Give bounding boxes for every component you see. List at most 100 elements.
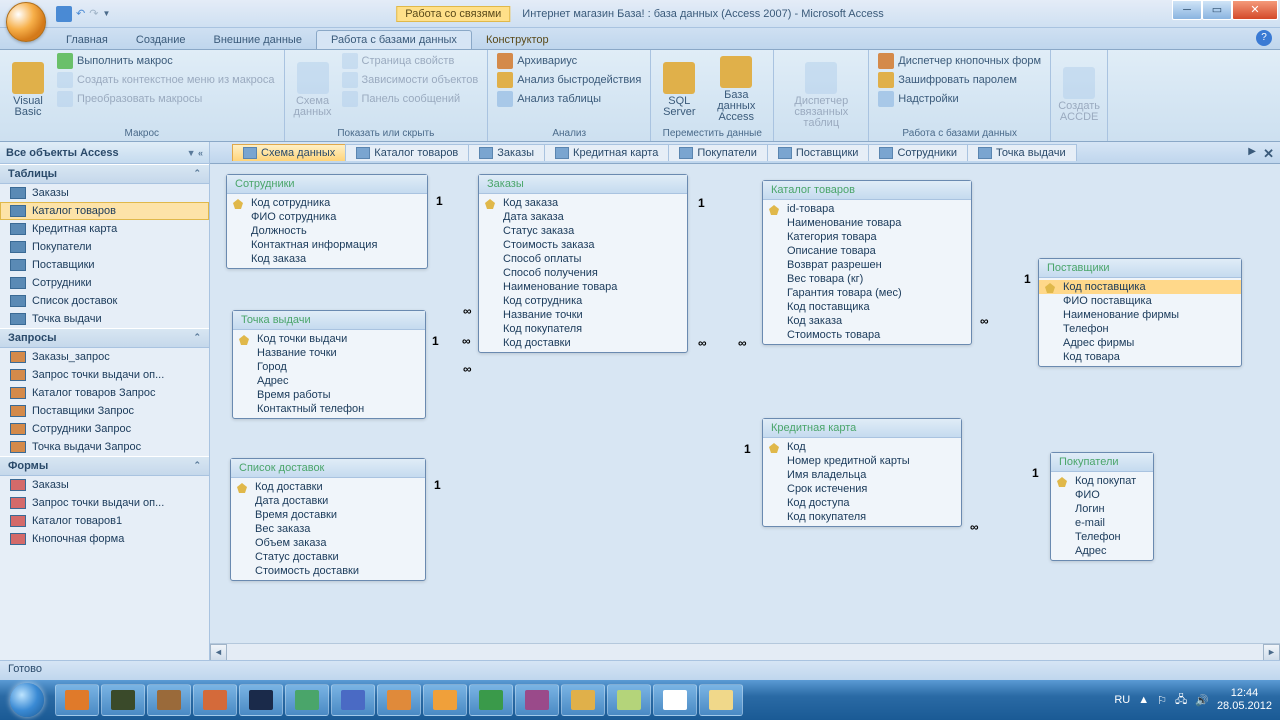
nav-item[interactable]: Запрос точки выдачи оп...: [0, 494, 209, 512]
task-icon[interactable]: [331, 684, 375, 716]
pk-field[interactable]: Код заказа: [479, 196, 687, 210]
field[interactable]: Код поставщика: [763, 300, 971, 314]
document-tab[interactable]: Схема данных: [232, 144, 346, 161]
task-icon[interactable]: [469, 684, 513, 716]
nav-item[interactable]: Покупатели: [0, 238, 209, 256]
tray-icon[interactable]: 🖧: [1175, 691, 1187, 710]
nav-item[interactable]: Сотрудники Запрос: [0, 420, 209, 438]
field[interactable]: Название точки: [233, 346, 425, 360]
minimize-button[interactable]: ─: [1172, 0, 1202, 20]
document-tab[interactable]: Заказы: [468, 144, 545, 161]
nav-item[interactable]: Заказы: [0, 476, 209, 494]
maximize-button[interactable]: ▭: [1202, 0, 1232, 20]
message-bar-button[interactable]: Панель сообщений: [339, 90, 482, 108]
field[interactable]: Логин: [1051, 502, 1153, 516]
field[interactable]: Вес заказа: [231, 522, 425, 536]
create-context-menu-button[interactable]: Создать контекстное меню из макроса: [54, 71, 278, 89]
task-icon[interactable]: [561, 684, 605, 716]
field[interactable]: Город: [233, 360, 425, 374]
ribbon-tab-design[interactable]: Конструктор: [472, 31, 563, 49]
nav-item[interactable]: Каталог товаров: [0, 202, 209, 220]
document-tab[interactable]: Поставщики: [767, 144, 870, 161]
help-icon[interactable]: ?: [1256, 30, 1272, 46]
tab-scroll-right-icon[interactable]: ▶: [1248, 146, 1256, 157]
task-icon[interactable]: [285, 684, 329, 716]
sql-server-button[interactable]: SQL Server: [657, 52, 701, 127]
task-icon[interactable]: [699, 684, 743, 716]
addins-button[interactable]: Надстройки: [875, 90, 1044, 108]
nav-item[interactable]: Кредитная карта: [0, 220, 209, 238]
field[interactable]: Стоимость доставки: [231, 564, 425, 578]
field[interactable]: Контактный телефон: [233, 402, 425, 416]
field[interactable]: Время доставки: [231, 508, 425, 522]
task-icon[interactable]: [193, 684, 237, 716]
task-icon[interactable]: [55, 684, 99, 716]
field[interactable]: Номер кредитной карты: [763, 454, 961, 468]
nav-item[interactable]: Кнопочная форма: [0, 530, 209, 548]
tray-icon[interactable]: ⚐: [1157, 694, 1167, 707]
field[interactable]: Код покупателя: [479, 322, 687, 336]
field[interactable]: Код доставки: [479, 336, 687, 350]
nav-category-tables[interactable]: Таблицы⌃: [0, 164, 209, 184]
visual-basic-button[interactable]: Visual Basic: [6, 52, 50, 127]
pk-field[interactable]: id-товара: [763, 202, 971, 216]
field[interactable]: Адрес: [233, 374, 425, 388]
field[interactable]: Время работы: [233, 388, 425, 402]
lang-indicator[interactable]: RU: [1114, 694, 1130, 706]
field[interactable]: Стоимость заказа: [479, 238, 687, 252]
close-tab-button[interactable]: ✕: [1263, 146, 1274, 162]
field[interactable]: Стоимость товара: [763, 328, 971, 342]
field[interactable]: Код заказа: [763, 314, 971, 328]
nav-item[interactable]: Поставщики Запрос: [0, 402, 209, 420]
start-button[interactable]: [0, 680, 54, 720]
ribbon-tab-external[interactable]: Внешние данные: [200, 31, 316, 49]
relationships-canvas[interactable]: СотрудникиКод сотрудникаФИО сотрудникаДо…: [210, 164, 1280, 643]
field[interactable]: Должность: [227, 224, 427, 238]
field[interactable]: Наименование фирмы: [1039, 308, 1241, 322]
pk-field[interactable]: Код сотрудника: [227, 196, 427, 210]
horizontal-scrollbar[interactable]: ◄ ►: [210, 643, 1280, 660]
task-icon[interactable]: [607, 684, 651, 716]
field[interactable]: Дата заказа: [479, 210, 687, 224]
field[interactable]: Статус заказа: [479, 224, 687, 238]
task-icon[interactable]: [653, 684, 697, 716]
make-accde-button[interactable]: Создать ACCDE: [1057, 52, 1101, 138]
ribbon-tab-create[interactable]: Создание: [122, 31, 200, 49]
linked-table-mgr-button[interactable]: Диспетчер связанных таблиц: [780, 52, 862, 138]
encrypt-button[interactable]: Зашифровать паролем: [875, 71, 1044, 89]
nav-item[interactable]: Список доставок: [0, 292, 209, 310]
nav-category-forms[interactable]: Формы⌃: [0, 456, 209, 476]
field[interactable]: Код доступа: [763, 496, 961, 510]
pk-field[interactable]: Код: [763, 440, 961, 454]
qat-dropdown-icon[interactable]: ▼: [102, 9, 110, 18]
document-tab[interactable]: Каталог товаров: [345, 144, 469, 161]
field[interactable]: Адрес фирмы: [1039, 336, 1241, 350]
pk-field[interactable]: Код доставки: [231, 480, 425, 494]
scroll-right-button[interactable]: ►: [1263, 644, 1280, 660]
field[interactable]: Гарантия товара (мес): [763, 286, 971, 300]
table-analyze-button[interactable]: Анализ таблицы: [494, 90, 644, 108]
task-icon[interactable]: [101, 684, 145, 716]
ribbon-tab-database[interactable]: Работа с базами данных: [316, 30, 472, 49]
archiver-button[interactable]: Архивариус: [494, 52, 644, 70]
dependencies-button[interactable]: Зависимости объектов: [339, 71, 482, 89]
scroll-left-button[interactable]: ◄: [210, 644, 227, 660]
nav-item[interactable]: Каталог товаров1: [0, 512, 209, 530]
tray-icon[interactable]: ▲: [1138, 694, 1149, 706]
convert-macros-button[interactable]: Преобразовать макросы: [54, 90, 278, 108]
nav-item[interactable]: Сотрудники: [0, 274, 209, 292]
nav-item[interactable]: Каталог товаров Запрос: [0, 384, 209, 402]
document-tab[interactable]: Сотрудники: [868, 144, 968, 161]
nav-item[interactable]: Точка выдачи Запрос: [0, 438, 209, 456]
nav-category-queries[interactable]: Запросы⌃: [0, 328, 209, 348]
property-sheet-button[interactable]: Страница свойств: [339, 52, 482, 70]
field[interactable]: Телефон: [1051, 530, 1153, 544]
task-icon[interactable]: [515, 684, 559, 716]
switchboard-button[interactable]: Диспетчер кнопочных форм: [875, 52, 1044, 70]
field[interactable]: ФИО сотрудника: [227, 210, 427, 224]
document-tab[interactable]: Точка выдачи: [967, 144, 1077, 161]
close-button[interactable]: ✕: [1232, 0, 1278, 20]
nav-item[interactable]: Запрос точки выдачи оп...: [0, 366, 209, 384]
field[interactable]: Название точки: [479, 308, 687, 322]
nav-item[interactable]: Поставщики: [0, 256, 209, 274]
